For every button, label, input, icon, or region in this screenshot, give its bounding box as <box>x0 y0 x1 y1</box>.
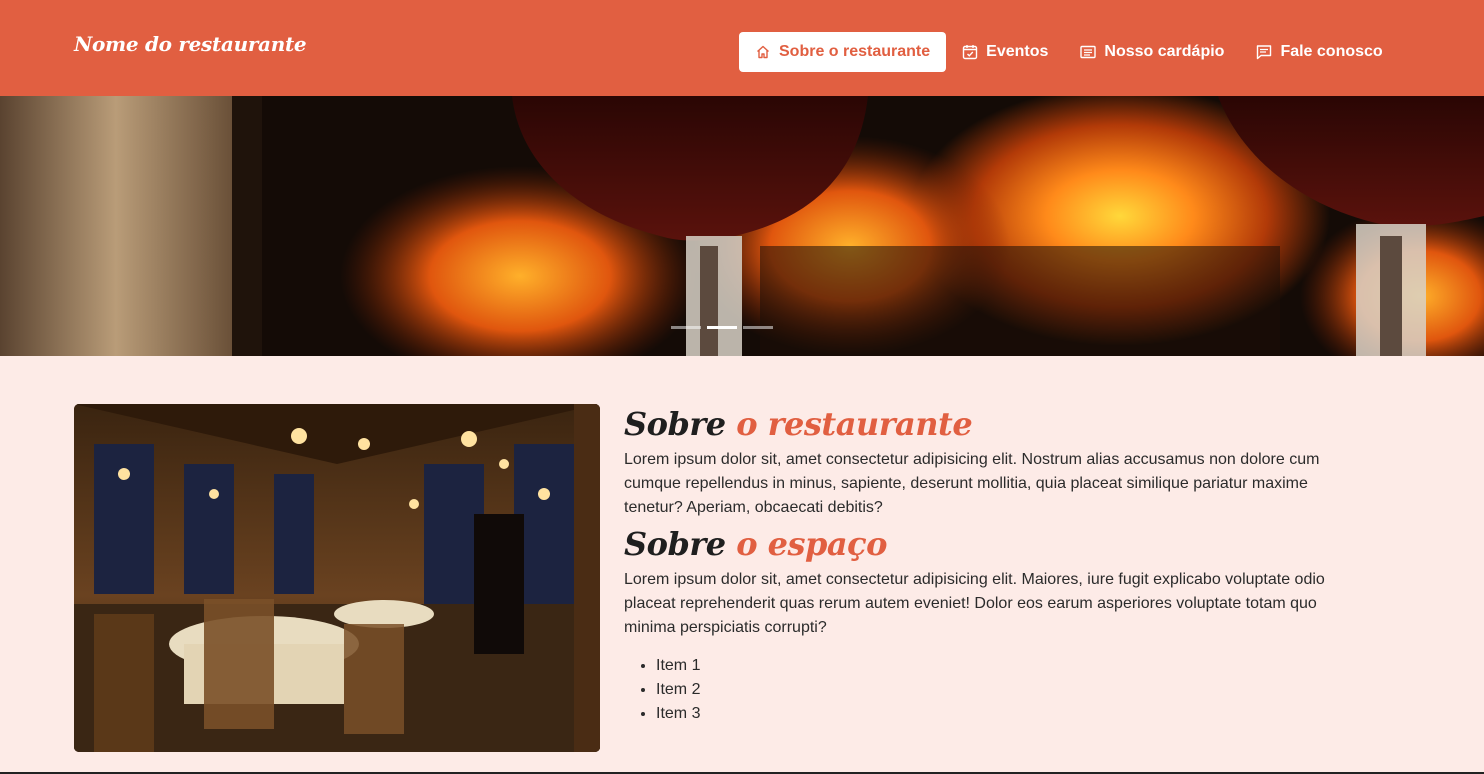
main-nav: Sobre o restaurante Eventos Nosso cardáp… <box>739 32 1399 72</box>
brand-logo[interactable]: Nome do restaurante <box>74 32 307 56</box>
space-title: Sobre o espaço <box>624 520 1344 568</box>
space-title-part1: Sobre <box>624 525 726 563</box>
home-icon <box>755 44 779 60</box>
chat-icon <box>1256 44 1280 60</box>
menu-list-icon <box>1080 44 1104 60</box>
nav-item-label: Eventos <box>986 43 1049 60</box>
nav-item-label: Nosso cardápio <box>1104 43 1225 60</box>
nav-item-cardapio[interactable]: Nosso cardápio <box>1064 32 1240 72</box>
carousel-indicators <box>671 326 773 329</box>
hero-carousel[interactable] <box>0 96 1484 356</box>
nav-item-label: Fale conosco <box>1280 43 1383 60</box>
space-title-part2: o espaço <box>736 525 887 563</box>
nav-item-contato[interactable]: Fale conosco <box>1240 32 1398 72</box>
space-list: Item 1 Item 2 Item 3 <box>624 654 1344 726</box>
carousel-indicator-3[interactable] <box>743 326 773 329</box>
restaurant-photo <box>74 404 600 752</box>
hero-image <box>0 96 1484 356</box>
carousel-indicator-1[interactable] <box>671 326 701 329</box>
list-item: Item 3 <box>656 702 1344 726</box>
nav-item-label: Sobre o restaurante <box>779 43 931 60</box>
list-item: Item 2 <box>656 678 1344 702</box>
space-text: Lorem ipsum dolor sit, amet consectetur … <box>624 571 1325 636</box>
about-title: Sobre o restaurante <box>624 400 1344 448</box>
content-column: Sobre o restaurante Lorem ipsum dolor si… <box>624 400 1344 726</box>
about-title-part2: o restaurante <box>736 405 973 443</box>
about-title-part1: Sobre <box>624 405 726 443</box>
nav-item-sobre[interactable]: Sobre o restaurante <box>739 32 947 72</box>
calendar-check-icon <box>962 44 986 60</box>
carousel-indicator-2[interactable] <box>707 326 737 329</box>
list-item: Item 1 <box>656 654 1344 678</box>
nav-item-eventos[interactable]: Eventos <box>946 32 1064 72</box>
about-text: Lorem ipsum dolor sit, amet consectetur … <box>624 451 1320 516</box>
navbar: Nome do restaurante Sobre o restaurante … <box>0 0 1484 96</box>
